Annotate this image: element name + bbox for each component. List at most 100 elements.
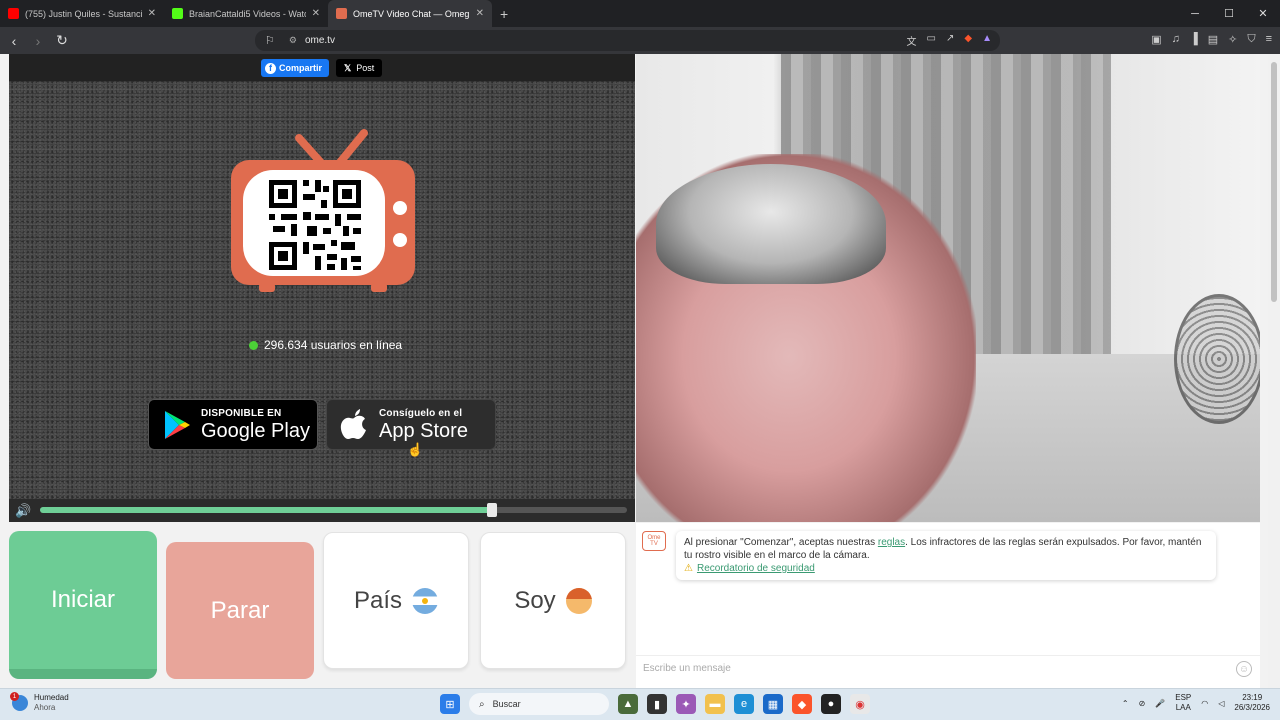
url-text[interactable]: ome.tv <box>305 35 335 46</box>
online-dot-icon <box>249 340 258 350</box>
close-window-icon[interactable]: ✕ <box>1246 0 1280 27</box>
tv-qr-icon <box>231 129 415 292</box>
network-off-icon[interactable]: ⊘ <box>1139 699 1146 708</box>
page: f Compartir 𝕏 Post 296.634 usuarios en l… <box>0 54 1280 688</box>
wallet-icon[interactable]: ▤ <box>1208 33 1218 46</box>
brave-shield-icon[interactable]: ◆ <box>964 33 972 48</box>
wifi-icon[interactable]: ◠ <box>1201 699 1208 708</box>
volume-knob[interactable] <box>486 503 497 517</box>
brave-rewards-icon[interactable]: ▲ <box>982 33 992 48</box>
maximize-icon[interactable]: ☐ <box>1212 0 1246 27</box>
start-label: Iniciar <box>50 586 116 613</box>
online-users-text: 296.634 usuarios en línea <box>264 338 403 352</box>
scrollbar-thumb[interactable] <box>1271 62 1277 302</box>
minimize-icon[interactable]: ─ <box>1178 0 1212 27</box>
sidebar-panel-icon[interactable]: ▣ <box>1151 33 1161 46</box>
rules-link[interactable]: reglas <box>878 537 905 548</box>
safety-reminder-link[interactable]: Recordatorio de seguridad <box>697 563 815 574</box>
tab-strip: (755) Justin Quiles - Sustancia (DAY ✕ B… <box>0 0 1280 27</box>
clock[interactable]: 23:19 26/3/2026 <box>1234 693 1270 713</box>
country-label: País <box>353 586 403 614</box>
music-icon[interactable]: ♫ <box>1172 33 1180 46</box>
x-icon: 𝕏 <box>344 62 352 73</box>
widgets-icon[interactable]: ▲ <box>618 694 638 714</box>
kick-icon <box>172 8 183 19</box>
apple-icon <box>340 408 366 439</box>
windows-start-icon[interactable]: ⊞ <box>440 694 460 714</box>
leo-ai-icon[interactable]: ✧ <box>1228 33 1237 46</box>
app-store-small-text: Consíguelo en el <box>379 407 463 419</box>
new-tab-button[interactable]: + <box>500 6 508 22</box>
speaker-icon[interactable]: ◁ <box>1218 699 1224 708</box>
bookmark-icon[interactable]: ⚐ <box>265 34 275 47</box>
taskbar-search[interactable]: ⌕ Buscar <box>469 693 609 715</box>
store-icon[interactable]: ▦ <box>763 694 783 714</box>
translate-icon[interactable]: 文 <box>907 33 917 48</box>
ometv-icon <box>336 8 347 19</box>
tab-youtube[interactable]: (755) Justin Quiles - Sustancia (DAY ✕ <box>0 0 164 27</box>
stop-label: Parar <box>210 596 270 624</box>
partner-hair <box>656 164 886 284</box>
address-bar[interactable]: ⚐ ⚙ ome.tv 文 ▭ ↗ ◆ ▲ <box>255 30 1000 51</box>
tray-overflow-icon[interactable]: ⌃ <box>1122 699 1129 708</box>
volume-slider[interactable] <box>40 503 627 517</box>
online-users-status: 296.634 usuarios en línea <box>249 338 402 352</box>
boy-face-icon <box>565 587 592 614</box>
menu-icon[interactable]: ≡ <box>1266 33 1272 46</box>
country-button[interactable]: País <box>323 532 469 669</box>
page-scrollbar[interactable] <box>1268 54 1280 688</box>
stop-button[interactable]: Parar <box>166 542 314 679</box>
google-play-big-text: Google Play <box>201 419 310 442</box>
system-tray: ⌃ ⊘ 🎤 ESP LAA ◠ ◁ 23:19 26/3/2026 <box>1122 693 1270 713</box>
gender-button[interactable]: Soy <box>480 532 626 669</box>
edge-icon[interactable]: e <box>734 694 754 714</box>
tab-ometv[interactable]: OmeTV Video Chat — Omegl ✕ <box>328 0 492 27</box>
weather-widget[interactable]: 1 Humedad Ahora <box>10 692 69 713</box>
google-play-button[interactable]: DISPONIBLE EN Google Play <box>148 399 318 450</box>
system-message: Al presionar "Comenzar", aceptas nuestra… <box>676 531 1216 580</box>
cast-icon[interactable]: ▭ <box>927 33 936 48</box>
brave-icon[interactable]: ◆ <box>792 694 812 714</box>
tab-kick[interactable]: BraianCattaldi5 Videos - Watch On-D ✕ <box>164 0 328 27</box>
extensions-area: ▣ ♫ ▐ ▤ ✧ ⛉ ≡ <box>1151 33 1272 46</box>
weather-sub: Ahora <box>34 703 56 712</box>
chrome-icon[interactable]: ◉ <box>850 694 870 714</box>
app-icon[interactable]: ● <box>821 694 841 714</box>
forward-icon[interactable]: › <box>28 31 48 51</box>
file-explorer-icon[interactable]: ▬ <box>705 694 725 714</box>
close-tab-icon[interactable]: ✕ <box>312 8 320 19</box>
tab-title: OmeTV Video Chat — Omegl <box>353 8 470 19</box>
start-button[interactable]: Iniciar <box>9 531 157 679</box>
google-play-icon <box>165 410 190 439</box>
site-info-icon[interactable]: ⚙ <box>289 35 297 46</box>
taskbar-apps: ⊞ ⌕ Buscar ▲ ▮ ✦ ▬ e ▦ ◆ ● ◉ <box>440 693 870 715</box>
close-tab-icon[interactable]: ✕ <box>148 8 156 19</box>
message-input[interactable]: Escribe un mensaje ☺ <box>636 655 1260 681</box>
language-indicator[interactable]: ESP LAA <box>1175 693 1191 713</box>
weather-icon: 1 <box>10 692 28 711</box>
copilot-icon[interactable]: ✦ <box>676 694 696 714</box>
close-tab-icon[interactable]: ✕ <box>476 8 484 19</box>
notice-text-start: Al presionar "Comenzar", aceptas nuestra… <box>684 537 878 548</box>
gender-label: Soy <box>514 586 556 614</box>
vpn-icon[interactable]: ⛉ <box>1247 33 1255 46</box>
youtube-icon <box>8 8 19 19</box>
volume-icon[interactable]: 🔊 <box>15 503 31 519</box>
microphone-icon[interactable]: 🎤 <box>1155 699 1165 708</box>
tab-title: (755) Justin Quiles - Sustancia (DAY <box>25 8 142 19</box>
message-placeholder: Escribe un mensaje <box>643 663 731 674</box>
task-view-icon[interactable]: ▮ <box>647 694 667 714</box>
sidebar-icon[interactable]: ▐ <box>1190 33 1198 46</box>
back-icon[interactable]: ‹ <box>4 31 24 51</box>
emoji-icon[interactable]: ☺ <box>1236 661 1252 677</box>
browser-toolbar: ‹ › ↻ ⚐ ⚙ ome.tv 文 ▭ ↗ ◆ ▲ ▣ ♫ ▐ ▤ ✧ ⛉ ≡ <box>0 27 1280 54</box>
google-play-small-text: DISPONIBLE EN <box>201 407 282 419</box>
tab-title: BraianCattaldi5 Videos - Watch On-D <box>189 8 306 19</box>
lang-top: ESP <box>1175 693 1192 702</box>
search-icon: ⌕ <box>479 698 485 710</box>
facebook-share-button[interactable]: f Compartir <box>261 59 330 77</box>
x-post-button[interactable]: 𝕏 Post <box>336 59 383 77</box>
share-icon[interactable]: ↗ <box>946 33 954 48</box>
search-label: Buscar <box>492 699 521 709</box>
reload-icon[interactable]: ↻ <box>52 31 72 51</box>
